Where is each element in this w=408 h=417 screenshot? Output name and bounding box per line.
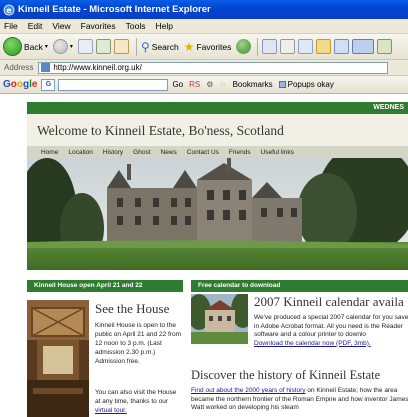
open-days-header: Kinneil House open April 21 and 22 <box>27 280 183 292</box>
search-icon: ⚲ <box>140 39 150 54</box>
kinneil-house-hero-image <box>27 158 408 270</box>
media-icon[interactable] <box>236 39 252 54</box>
rs-button[interactable]: RS <box>189 80 200 89</box>
address-input[interactable]: http://www.kinneil.org.uk/ <box>38 61 389 74</box>
menu-favorites[interactable]: Favorites <box>81 21 116 31</box>
menu-tools[interactable]: Tools <box>126 21 146 31</box>
virtual-tour-link[interactable]: virtual tour. <box>95 407 127 414</box>
nav-useful-links[interactable]: Useful links <box>261 149 294 156</box>
history-link[interactable]: Find out about the 2000 years of history <box>191 387 306 394</box>
menu-view[interactable]: View <box>52 21 70 31</box>
page-icon <box>41 63 51 72</box>
see-house-text: Kinneil House is open to the public on A… <box>95 322 181 365</box>
research-icon[interactable] <box>352 39 375 54</box>
see-house-title: See the House <box>95 301 170 316</box>
virtual-tour-intro: You can also visit the House at any time… <box>95 389 177 405</box>
nav-news[interactable]: News <box>161 149 177 156</box>
back-dropdown-icon[interactable]: ▾ <box>45 43 48 50</box>
internet-explorer-icon: e <box>3 4 15 15</box>
menu-file[interactable]: File <box>4 21 18 31</box>
mail-icon[interactable] <box>262 39 278 54</box>
favorites-label: Favorites <box>196 41 232 52</box>
settings-icon[interactable]: ⚙ <box>206 80 213 89</box>
castle-illustration <box>27 158 408 270</box>
forward-arrow-icon <box>52 39 68 54</box>
back-arrow-icon <box>3 37 22 56</box>
browser-window: e Kinneil Estate - Microsoft Internet Ex… <box>0 0 408 417</box>
edit-icon[interactable] <box>298 39 314 54</box>
search-button[interactable]: ⚲ Search <box>141 40 179 54</box>
download-calendar-link[interactable]: Download the calendar now (PDF, 3mb). <box>254 340 371 347</box>
print-icon[interactable] <box>280 39 296 54</box>
popups-button[interactable]: Popups okay <box>288 80 334 89</box>
nav-ghost[interactable]: Ghost <box>133 149 150 156</box>
back-label: Back <box>24 41 43 52</box>
favorites-star-icon: ★ <box>183 39 195 54</box>
google-g-icon[interactable]: G <box>41 78 56 91</box>
google-toolbar: Google G Go RS ⚙ ☆ Bookmarks Popups okay <box>0 76 408 94</box>
messenger-icon[interactable] <box>334 39 350 54</box>
site-date-bar: WEDNES <box>27 102 408 114</box>
address-bar: Address http://www.kinneil.org.uk/ <box>0 60 408 76</box>
house-thumbnail-image <box>191 294 248 344</box>
forward-button[interactable]: ▾ <box>52 39 73 54</box>
google-go-button[interactable]: Go <box>172 80 183 89</box>
site-title: Welcome to Kinneil Estate, Bo'ness, Scot… <box>37 123 284 138</box>
home-icon[interactable] <box>113 39 129 54</box>
title-bar: e Kinneil Estate - Microsoft Internet Ex… <box>0 0 408 19</box>
stop-icon[interactable] <box>77 39 93 54</box>
refresh-icon[interactable] <box>95 39 111 54</box>
nav-history[interactable]: History <box>103 149 123 156</box>
extra-icon[interactable] <box>377 39 393 54</box>
site-header: Welcome to Kinneil Estate, Bo'ness, Scot… <box>27 114 408 146</box>
calendar-header: Free calendar to download <box>191 280 408 292</box>
calendar-text: We've produced a special 2007 calendar f… <box>254 314 408 348</box>
bookmarks-button[interactable]: Bookmarks <box>233 80 273 89</box>
favorites-button[interactable]: ★ Favorites <box>184 40 232 54</box>
page-viewport: WEDNES Welcome to Kinneil Estate, Bo'nes… <box>0 94 408 417</box>
virtual-tour-text: You can also visit the House at any time… <box>95 388 183 415</box>
menu-edit[interactable]: Edit <box>28 21 43 31</box>
site-nav: Home Location History Ghost News Contact… <box>27 146 408 158</box>
standard-toolbar: Back ▾ ▾ ⚲ Search ★ Favorites <box>0 34 408 60</box>
nav-home[interactable]: Home <box>41 149 58 156</box>
toolbar-separator <box>257 37 259 56</box>
address-url: http://www.kinneil.org.uk/ <box>53 63 142 72</box>
menu-bar: File Edit View Favorites Tools Help <box>0 19 408 34</box>
nav-contact-us[interactable]: Contact Us <box>187 149 219 156</box>
discover-history-text: Find out about the 2000 years of history… <box>191 387 408 413</box>
discover-history-title: Discover the history of Kinneil Estate <box>191 368 381 382</box>
google-logo: Google <box>3 79 38 90</box>
menu-help[interactable]: Help <box>155 21 172 31</box>
discuss-icon[interactable] <box>316 39 332 54</box>
interior-room-image <box>27 300 89 417</box>
nav-location[interactable]: Location <box>68 149 93 156</box>
svg-text:e: e <box>6 6 12 15</box>
forward-dropdown-icon[interactable]: ▾ <box>70 43 73 50</box>
window-title: Kinneil Estate - Microsoft Internet Expl… <box>18 4 211 15</box>
calendar-description: We've produced a special 2007 calendar f… <box>254 314 408 338</box>
back-button[interactable]: Back ▾ <box>3 37 48 56</box>
bookmark-star-icon: ☆ <box>219 80 227 89</box>
toolbar-separator <box>135 37 137 56</box>
popup-blocker-icon <box>278 81 286 88</box>
nav-friends[interactable]: Friends <box>229 149 251 156</box>
google-search-input[interactable] <box>58 78 169 91</box>
calendar-title: 2007 Kinneil calendar availa <box>254 294 404 309</box>
search-label: Search <box>151 41 179 52</box>
address-label: Address <box>4 63 34 72</box>
